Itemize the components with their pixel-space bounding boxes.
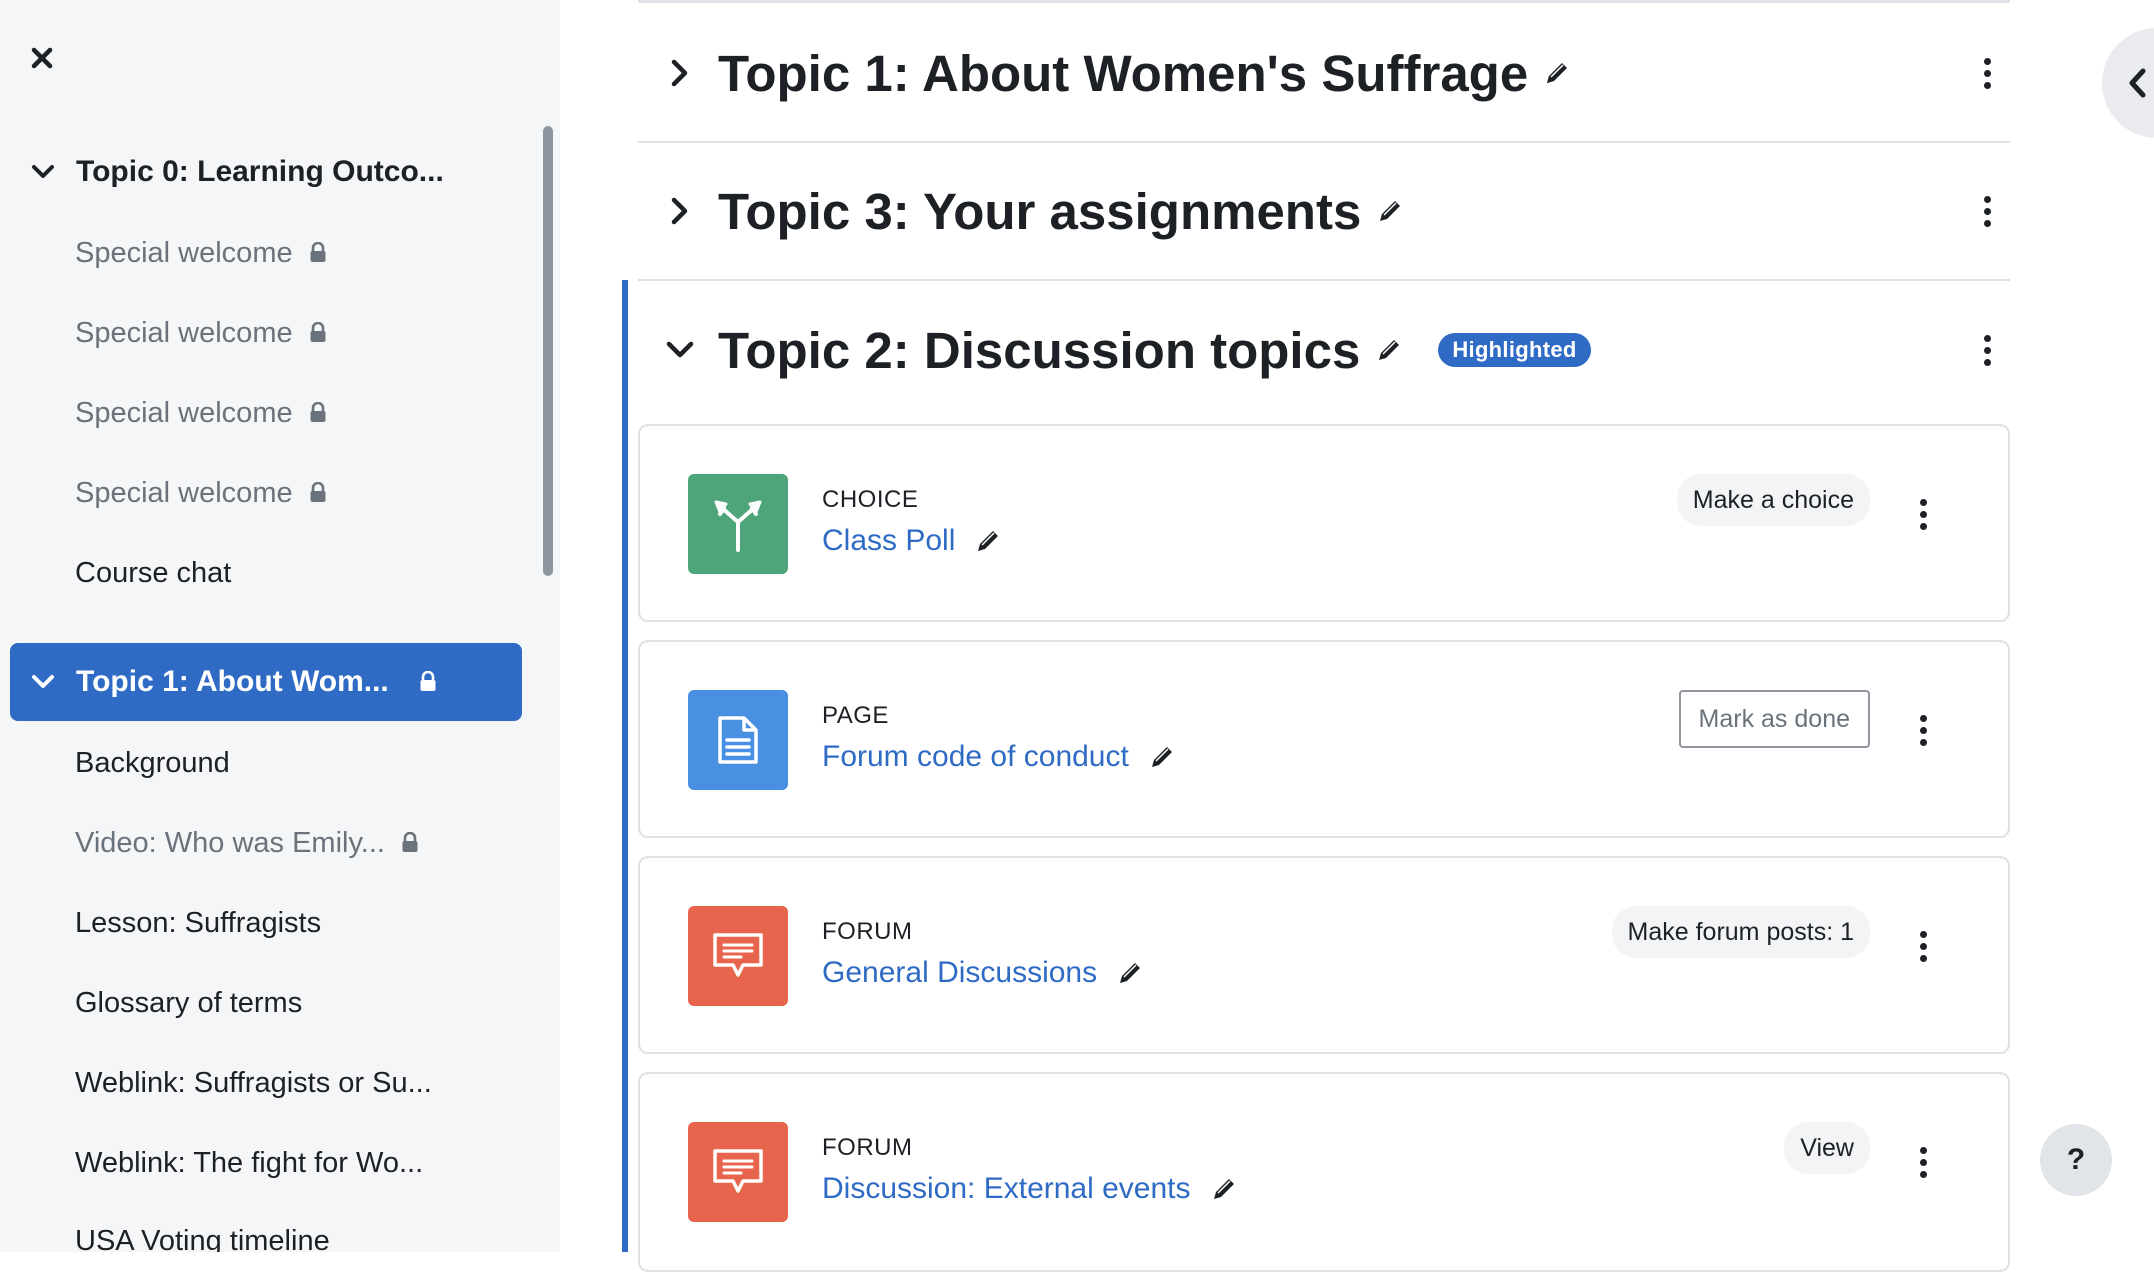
activity-name: Class Poll bbox=[822, 524, 956, 557]
close-drawer-button[interactable] bbox=[26, 42, 58, 74]
activity-type-label: CHOICE bbox=[822, 486, 919, 513]
activity-link[interactable]: General Discussions bbox=[822, 956, 1145, 990]
lock-icon bbox=[309, 402, 327, 424]
activity-class-poll: CHOICE Class Poll Make a choice bbox=[638, 424, 2010, 622]
activity-name: Discussion: External events bbox=[822, 1172, 1191, 1205]
highlighted-badge: Highlighted bbox=[1438, 333, 1591, 367]
make-forum-posts-button[interactable]: Make forum posts: 1 bbox=[1611, 906, 1870, 958]
sidebar-item-label: USA Voting timeline bbox=[75, 1224, 330, 1253]
help-label: ? bbox=[2066, 1143, 2086, 1176]
chevron-down-icon[interactable] bbox=[28, 667, 58, 697]
chevron-right-icon[interactable] bbox=[662, 55, 698, 91]
sidebar-item-video-emily[interactable]: Video: Who was Emily... bbox=[75, 818, 419, 868]
section-topic-2: Topic 2: Discussion topics Highlighted bbox=[638, 281, 2010, 419]
highlighted-section-indicator bbox=[622, 280, 628, 1252]
activity-type-label: FORUM bbox=[822, 1134, 913, 1161]
make-a-choice-button[interactable]: Make a choice bbox=[1676, 474, 1870, 526]
section-title-text: Topic 1: About Women's Suffrage bbox=[718, 44, 1529, 102]
section-title[interactable]: Topic 2: Discussion topics Highlighted bbox=[718, 321, 1591, 380]
close-icon bbox=[31, 47, 53, 69]
pencil-icon[interactable] bbox=[1115, 958, 1145, 988]
sidebar-item-weblink-suffragists[interactable]: Weblink: Suffragists or Su... bbox=[75, 1058, 432, 1108]
activity-menu-kebab-icon[interactable] bbox=[1908, 710, 1938, 750]
activity-type-label: PAGE bbox=[822, 702, 889, 729]
chevron-down-icon[interactable] bbox=[662, 332, 698, 368]
sidebar-section-topic-0[interactable]: Topic 0: Learning Outco... bbox=[10, 133, 522, 211]
sidebar-item-label: Video: Who was Emily... bbox=[75, 826, 385, 859]
view-button[interactable]: View bbox=[1784, 1122, 1870, 1174]
mark-as-done-button[interactable]: Mark as done bbox=[1678, 690, 1870, 748]
lock-icon bbox=[309, 242, 327, 264]
activity-type-label: FORUM bbox=[822, 918, 913, 945]
chevron-left-icon bbox=[2129, 68, 2146, 98]
choice-icon[interactable] bbox=[688, 474, 788, 574]
sidebar-section-label: Topic 0: Learning Outco... bbox=[76, 155, 444, 188]
top-divider bbox=[638, 0, 2010, 3]
pencil-icon[interactable] bbox=[973, 526, 1003, 556]
sidebar-item-label: Lesson: Suffragists bbox=[75, 906, 322, 939]
sidebar-item-special-welcome-3[interactable]: Special welcome bbox=[75, 388, 327, 438]
pencil-icon[interactable] bbox=[1209, 1174, 1239, 1204]
activity-link[interactable]: Discussion: External events bbox=[822, 1172, 1239, 1206]
pencil-icon[interactable] bbox=[1542, 58, 1572, 88]
activity-menu-kebab-icon[interactable] bbox=[1908, 1142, 1938, 1182]
lock-icon bbox=[419, 671, 437, 693]
sidebar-item-label: Weblink: Suffragists or Su... bbox=[75, 1066, 432, 1099]
sidebar-item-special-welcome-4[interactable]: Special welcome bbox=[75, 468, 327, 518]
lock-icon bbox=[401, 832, 419, 854]
activity-name: General Discussions bbox=[822, 956, 1098, 989]
sidebar-item-label: Course chat bbox=[75, 556, 232, 589]
sidebar-item-label: Glossary of terms bbox=[75, 986, 303, 1019]
sidebar-item-label: Special welcome bbox=[75, 316, 293, 349]
sidebar-item-usa-voting-timeline[interactable]: USA Voting timeline bbox=[75, 1216, 330, 1253]
sidebar-item-label: Special welcome bbox=[75, 396, 293, 429]
sidebar-item-background[interactable]: Background bbox=[75, 738, 230, 788]
help-button[interactable]: ? bbox=[2040, 1124, 2112, 1196]
sidebar-item-glossary[interactable]: Glossary of terms bbox=[75, 978, 302, 1028]
sidebar-section-label: Topic 1: About Wom... bbox=[76, 665, 389, 698]
pencil-icon[interactable] bbox=[1374, 335, 1404, 365]
lock-icon bbox=[309, 322, 327, 344]
pencil-icon[interactable] bbox=[1375, 196, 1405, 226]
activity-name: Forum code of conduct bbox=[822, 740, 1129, 773]
section-topic-3: Topic 3: Your assignments bbox=[638, 143, 2010, 281]
forum-icon[interactable] bbox=[688, 906, 788, 1006]
page-icon[interactable] bbox=[688, 690, 788, 790]
chevron-down-icon[interactable] bbox=[28, 157, 58, 187]
sidebar-item-special-welcome-2[interactable]: Special welcome bbox=[75, 308, 327, 358]
activity-discussion-external-events: FORUM Discussion: External events View bbox=[638, 1072, 2010, 1272]
section-menu-kebab-icon[interactable] bbox=[1972, 53, 2002, 93]
sidebar-item-label: Special welcome bbox=[75, 236, 293, 269]
activity-menu-kebab-icon[interactable] bbox=[1908, 494, 1938, 534]
sidebar-scrollbar[interactable] bbox=[543, 126, 553, 576]
open-block-drawer-button[interactable] bbox=[2102, 28, 2154, 138]
lock-icon bbox=[309, 482, 327, 504]
course-index-drawer: Topic 0: Learning Outco... Special welco… bbox=[0, 0, 560, 1252]
sidebar-item-weblink-fight[interactable]: Weblink: The fight for Wo... bbox=[75, 1138, 423, 1188]
sidebar-section-topic-1[interactable]: Topic 1: About Wom... bbox=[10, 643, 522, 721]
section-title-text: Topic 3: Your assignments bbox=[718, 182, 1362, 240]
section-title[interactable]: Topic 1: About Women's Suffrage bbox=[718, 44, 1572, 103]
activity-menu-kebab-icon[interactable] bbox=[1908, 926, 1938, 966]
pencil-icon[interactable] bbox=[1147, 742, 1177, 772]
activity-general-discussions: FORUM General Discussions Make forum pos… bbox=[638, 856, 2010, 1054]
activity-forum-code-of-conduct: PAGE Forum code of conduct Mark as done bbox=[638, 640, 2010, 838]
activity-link[interactable]: Class Poll bbox=[822, 524, 1003, 558]
forum-icon[interactable] bbox=[688, 1122, 788, 1222]
sidebar-item-label: Weblink: The fight for Wo... bbox=[75, 1146, 424, 1179]
section-topic-1: Topic 1: About Women's Suffrage bbox=[638, 5, 2010, 143]
activity-link[interactable]: Forum code of conduct bbox=[822, 740, 1177, 774]
section-menu-kebab-icon[interactable] bbox=[1972, 191, 2002, 231]
section-menu-kebab-icon[interactable] bbox=[1972, 330, 2002, 370]
sidebar-item-course-chat[interactable]: Course chat bbox=[75, 548, 231, 598]
chevron-right-icon[interactable] bbox=[662, 193, 698, 229]
sidebar-item-label: Special welcome bbox=[75, 476, 293, 509]
sidebar-item-lesson-suffragists[interactable]: Lesson: Suffragists bbox=[75, 898, 321, 948]
section-title[interactable]: Topic 3: Your assignments bbox=[718, 182, 1405, 241]
sidebar-item-special-welcome-1[interactable]: Special welcome bbox=[75, 228, 327, 278]
sidebar-item-label: Background bbox=[75, 746, 230, 779]
section-title-text: Topic 2: Discussion topics bbox=[718, 321, 1361, 379]
